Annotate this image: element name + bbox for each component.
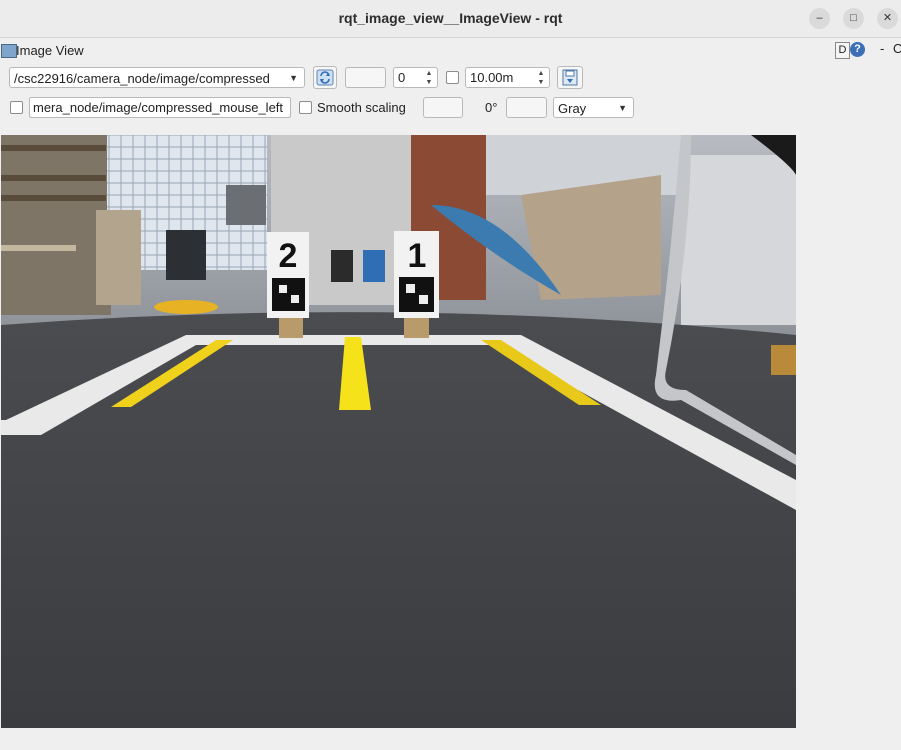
color-scheme-value: Gray: [558, 101, 587, 116]
max-range-checkbox[interactable]: [446, 71, 459, 84]
dock-button[interactable]: D: [835, 42, 850, 59]
rotate-right-button[interactable]: [506, 97, 547, 118]
rotation-label: 0°: [485, 100, 498, 115]
sign-number-2: 2: [279, 237, 298, 275]
mouse-publish-checkbox[interactable]: [10, 101, 23, 114]
sign-number-1: 1: [408, 237, 427, 275]
chevron-down-icon: ▼: [618, 103, 627, 113]
window-titlebar: rqt_image_view__ImageView - rqt – □ ✕: [0, 0, 901, 38]
camera-image[interactable]: 2 1: [1, 135, 796, 728]
mouse-topic-input[interactable]: mera_node/image/compressed_mouse_left: [29, 97, 291, 118]
color-scheme-select[interactable]: Gray ▼: [553, 97, 634, 118]
plugin-minimize-button[interactable]: -: [880, 41, 884, 56]
plugin-title: Image View: [16, 43, 84, 58]
window-title: rqt_image_view__ImageView - rqt: [338, 10, 563, 26]
save-button[interactable]: [557, 66, 583, 89]
refresh-button[interactable]: [313, 66, 337, 89]
value-spinbox[interactable]: 0 ▲ ▼: [393, 67, 438, 88]
close-button[interactable]: ✕: [877, 8, 898, 29]
chevron-down-icon: ▼: [289, 73, 298, 83]
max-range-text: 10.00m: [470, 70, 514, 85]
max-range-spinbox[interactable]: 10.00m ▲ ▼: [465, 67, 550, 88]
plugin-close-button[interactable]: O: [893, 41, 901, 56]
topic-select[interactable]: /csc22916/camera_node/image/compressed ▼: [9, 67, 305, 88]
smooth-scaling-label: Smooth scaling: [317, 100, 406, 115]
refresh-icon: [316, 69, 334, 86]
camera-image-scene: 2 1: [1, 135, 796, 728]
save-icon: [562, 69, 578, 86]
topic-select-value: /csc22916/camera_node/image/compressed: [14, 71, 270, 86]
minimize-button[interactable]: –: [809, 8, 830, 29]
maximize-button[interactable]: □: [843, 8, 864, 29]
rotate-left-button[interactable]: [423, 97, 463, 118]
smooth-scaling-checkbox[interactable]: [299, 101, 312, 114]
help-button[interactable]: ?: [850, 42, 865, 57]
spin-arrows-icon[interactable]: ▲ ▼: [423, 69, 435, 87]
spin-arrows-icon[interactable]: ▲ ▼: [535, 69, 547, 87]
value-spinbox-text: 0: [398, 70, 406, 85]
zoom-button[interactable]: [345, 67, 386, 88]
image-view-icon: [1, 44, 17, 58]
